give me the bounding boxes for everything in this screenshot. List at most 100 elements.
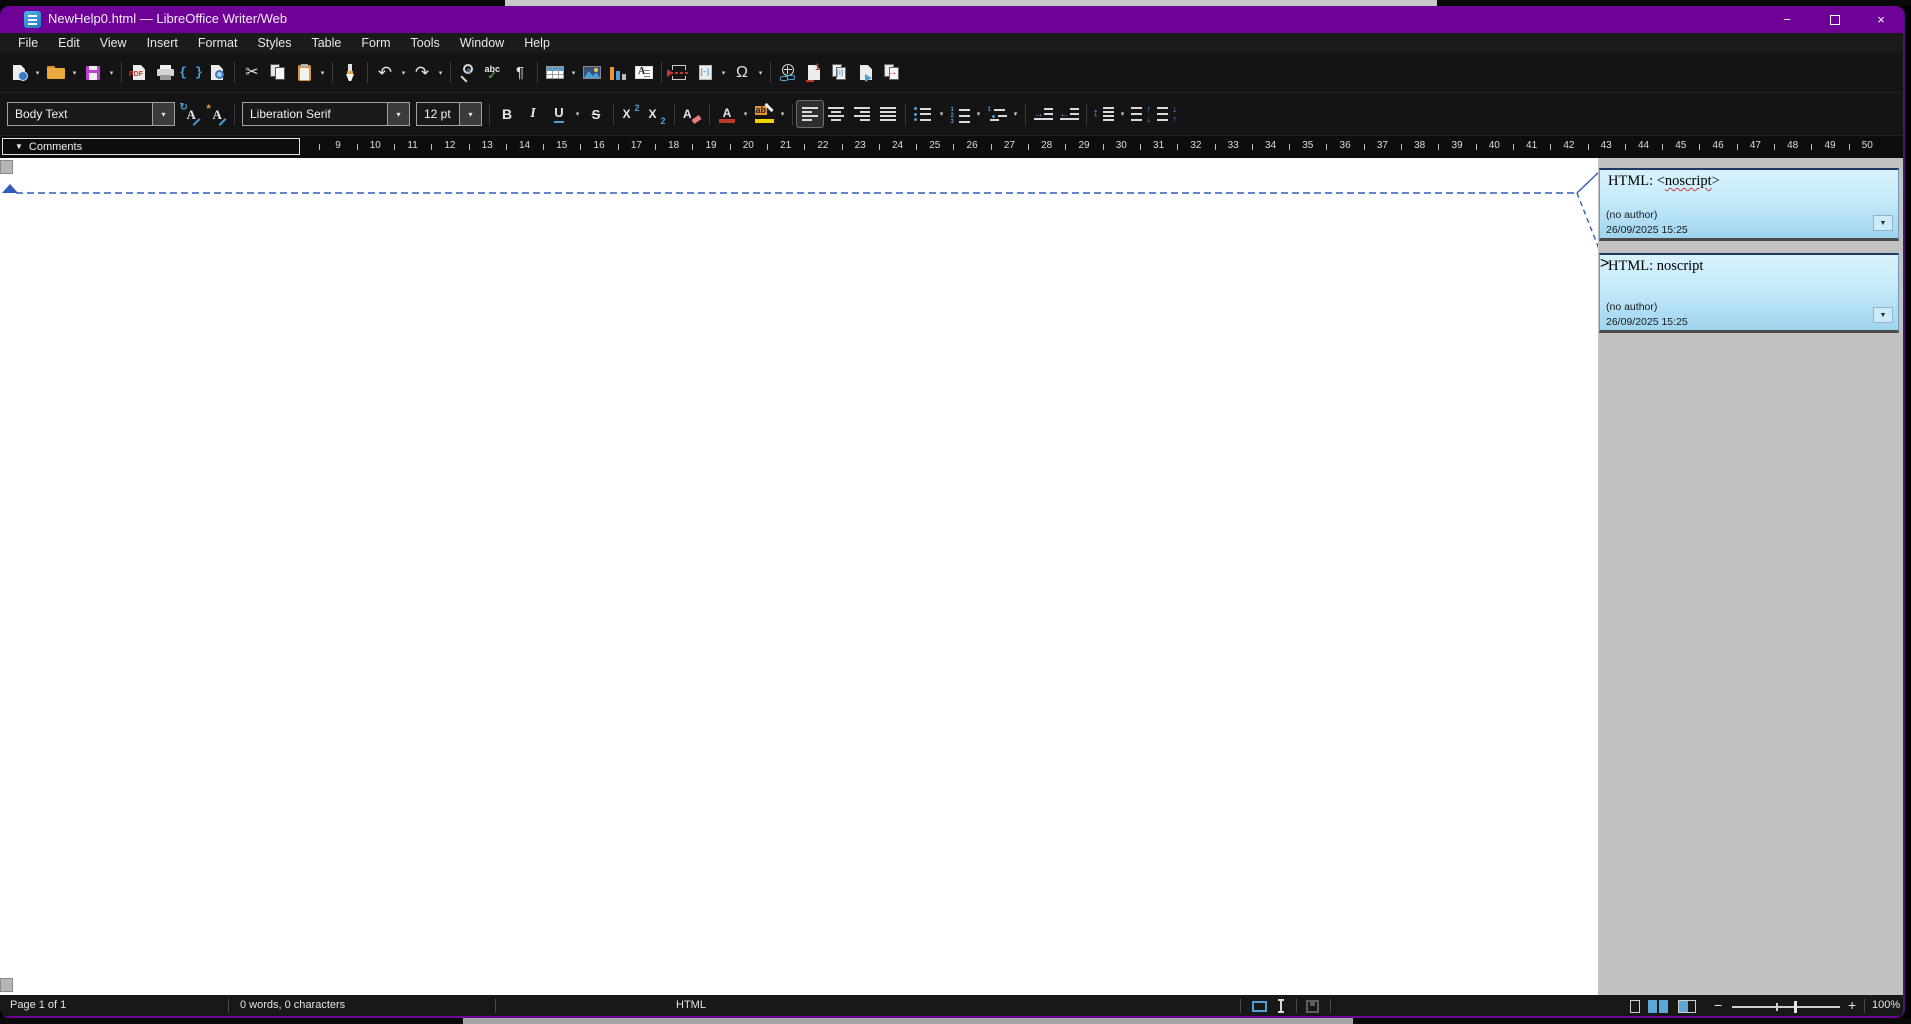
paragraph-style-combo[interactable]: Body Text ▾ <box>7 102 175 126</box>
menu-insert[interactable]: Insert <box>137 34 188 52</box>
zoom-out-button[interactable]: − <box>1714 997 1722 1013</box>
menu-view[interactable]: View <box>90 34 137 52</box>
page-number-status[interactable]: Page 1 of 1 <box>10 999 66 1011</box>
zoom-slider[interactable] <box>1732 1001 1840 1013</box>
increase-indent-button[interactable]: → <box>1030 101 1056 127</box>
menu-table[interactable]: Table <box>301 34 351 52</box>
menu-help[interactable]: Help <box>514 34 560 52</box>
print-button[interactable] <box>152 60 178 86</box>
decrease-paragraph-spacing-button[interactable]: ↓ ↑ <box>1154 101 1180 127</box>
zoom-in-button[interactable]: + <box>1848 997 1856 1013</box>
clear-formatting-button[interactable]: A <box>679 101 705 127</box>
menu-form[interactable]: Form <box>351 34 400 52</box>
paste-button[interactable] <box>291 60 317 86</box>
undo-button[interactable]: ↶ <box>372 60 398 86</box>
highlight-color-button[interactable]: ab <box>751 101 777 127</box>
paste-button-dropdown[interactable]: ▾ <box>317 60 328 86</box>
insert-endnote-button[interactable]: [i] <box>827 60 853 86</box>
increase-paragraph-spacing-button[interactable]: ↑ ↓ <box>1128 101 1154 127</box>
decrease-indent-button[interactable]: ← <box>1056 101 1082 127</box>
redo-button[interactable]: ↷ <box>409 60 435 86</box>
unordered-list-button[interactable] <box>910 101 936 127</box>
save-status-icon[interactable] <box>1306 1000 1319 1013</box>
open-button-dropdown[interactable]: ▾ <box>69 60 80 86</box>
outline-list-button[interactable]: 1 <box>984 101 1010 127</box>
new-style-button[interactable]: A * <box>204 101 230 127</box>
save-button[interactable] <box>80 60 106 86</box>
chevron-down-icon[interactable]: ▾ <box>387 103 409 125</box>
title-bar[interactable]: NewHelp0.html — LibreOffice Writer/Web −… <box>0 6 1903 33</box>
undo-button-dropdown[interactable]: ▾ <box>398 60 409 86</box>
font-name-combo[interactable]: Liberation Serif ▾ <box>242 102 410 126</box>
export-pdf-button[interactable]: PDF <box>126 60 152 86</box>
new-document-button[interactable] <box>6 60 32 86</box>
comment-card-2[interactable]: HTML: noscript > (no author) 26/09/2025 15:… <box>1599 253 1899 333</box>
open-button[interactable] <box>43 60 69 86</box>
menu-file[interactable]: File <box>8 34 48 52</box>
ordered-list-button-dropdown[interactable]: ▾ <box>973 101 984 127</box>
document-page[interactable] <box>0 158 1598 995</box>
insert-textbox-button[interactable]: A <box>631 60 657 86</box>
insert-table-button-dropdown[interactable]: ▾ <box>568 60 579 86</box>
font-color-button[interactable]: A <box>714 101 740 127</box>
bold-button[interactable]: B <box>494 101 520 127</box>
word-count-status[interactable]: 0 words, 0 characters <box>240 999 345 1011</box>
subscript-button[interactable]: X2 <box>644 101 670 127</box>
single-page-view-button[interactable] <box>1630 1000 1640 1013</box>
comment-card-1[interactable]: HTML: <noscript> (no author) 26/09/2025 15… <box>1599 168 1899 241</box>
insert-chart-button[interactable] <box>605 60 631 86</box>
comment-text[interactable]: HTML: noscript <box>1608 258 1703 275</box>
comments-panel-toggle[interactable]: ▼ Comments <box>2 138 300 155</box>
new-document-button-dropdown[interactable]: ▾ <box>32 60 43 86</box>
insert-image-button[interactable] <box>579 60 605 86</box>
maximize-button[interactable] <box>1814 6 1856 33</box>
insert-table-button[interactable] <box>542 60 568 86</box>
insert-special-character-button[interactable]: Ω <box>729 60 755 86</box>
cut-button[interactable]: ✂ <box>239 60 265 86</box>
insert-frame-button-dropdown[interactable]: ▾ <box>718 60 729 86</box>
font-color-button-dropdown[interactable]: ▾ <box>740 101 751 127</box>
comment-menu-button[interactable]: ▼ <box>1873 215 1893 231</box>
selection-mode-icon[interactable] <box>1252 1001 1267 1012</box>
insert-hyperlink-button[interactable] <box>775 60 801 86</box>
menu-edit[interactable]: Edit <box>48 34 90 52</box>
underline-button[interactable]: U <box>546 101 572 127</box>
line-spacing-button[interactable]: ↕ <box>1091 101 1117 127</box>
save-button-dropdown[interactable]: ▾ <box>106 60 117 86</box>
outline-list-button-dropdown[interactable]: ▾ <box>1010 101 1021 127</box>
italic-button[interactable]: I <box>520 101 546 127</box>
copy-button[interactable] <box>265 60 291 86</box>
menu-window[interactable]: Window <box>450 34 514 52</box>
formatting-marks-button[interactable]: ¶ <box>507 60 533 86</box>
superscript-button[interactable]: X2 <box>618 101 644 127</box>
menu-tools[interactable]: Tools <box>401 34 450 52</box>
align-right-button[interactable] <box>849 101 875 127</box>
clone-formatting-button[interactable] <box>337 60 363 86</box>
update-style-button[interactable]: A ↻ <box>178 101 204 127</box>
comment-menu-button[interactable]: ▼ <box>1873 307 1893 323</box>
document-type-status[interactable]: HTML <box>676 999 706 1011</box>
comment-text[interactable]: HTML: <noscript> <box>1608 173 1720 190</box>
font-size-combo[interactable]: 12 pt ▾ <box>416 102 482 126</box>
close-button[interactable]: × <box>1860 6 1902 33</box>
unordered-list-button-dropdown[interactable]: ▾ <box>936 101 947 127</box>
source-code-button[interactable]: { } <box>178 60 204 86</box>
minimize-button[interactable]: − <box>1766 6 1808 33</box>
horizontal-ruler[interactable]: ▼ Comments 9 10 11 12 13 14 15 16 17 18 19 20 21 22 23… <box>0 136 1903 158</box>
insert-footnote-button[interactable]: 1 <box>801 60 827 86</box>
align-left-button[interactable] <box>797 101 823 127</box>
align-center-button[interactable] <box>823 101 849 127</box>
menu-format[interactable]: Format <box>188 34 248 52</box>
insert-page-break-button[interactable] <box>666 60 692 86</box>
insert-bookmark-button[interactable] <box>853 60 879 86</box>
line-spacing-button-dropdown[interactable]: ▾ <box>1117 101 1128 127</box>
underline-button-dropdown[interactable]: ▾ <box>572 101 583 127</box>
strikethrough-button[interactable]: S <box>583 101 609 127</box>
find-replace-button[interactable]: a <box>455 60 481 86</box>
insert-frame-button[interactable]: [–] <box>692 60 718 86</box>
menu-styles[interactable]: Styles <box>247 34 301 52</box>
spelling-button[interactable]: abc ✓ <box>481 60 507 86</box>
zoom-level-status[interactable]: 100% <box>1872 999 1900 1011</box>
insert-cross-reference-button[interactable]: → <box>879 60 905 86</box>
chevron-down-icon[interactable]: ▾ <box>152 103 174 125</box>
